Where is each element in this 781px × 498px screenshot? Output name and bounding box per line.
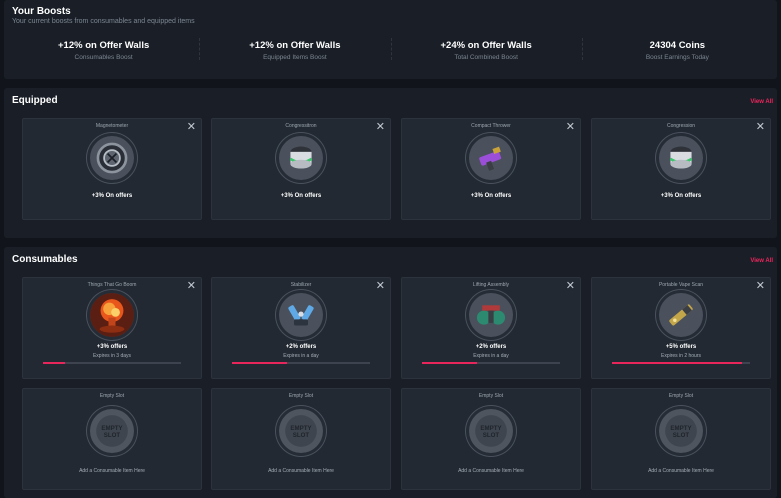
equipped-panel: Equipped View All Magnetometer ✕ +3% On … — [4, 88, 777, 238]
magnetometer-icon — [87, 133, 137, 183]
stat-label: Equipped Items Boost — [263, 54, 327, 61]
vape-scan-icon — [656, 290, 706, 340]
progress-fill — [612, 362, 742, 364]
consumables-panel: Consumables View All Things That Go Boom… — [4, 247, 777, 498]
empty-slot-badge-icon: EMPTY SLOT — [656, 406, 706, 456]
stat-value: +12% on Offer Walls — [249, 40, 341, 51]
unequip-close-icon[interactable]: ✕ — [756, 122, 765, 133]
expiry-progress-bar — [612, 362, 750, 364]
stat-label: Consumables Boost — [74, 54, 133, 61]
stat-total-combined-boost: +24% on Offer Walls Total Combined Boost — [390, 34, 582, 66]
item-effect: +3% On offers — [91, 193, 133, 199]
expiry-text: Expires in 2 hours — [660, 353, 702, 359]
empty-slot-hint: Add a Consumable Item Here — [458, 468, 524, 474]
empty-slot-hint: Add a Consumable Item Here — [79, 468, 145, 474]
unequip-close-icon[interactable]: ✕ — [566, 122, 575, 133]
item-name: Stabilizer — [290, 282, 312, 288]
remove-close-icon[interactable]: ✕ — [376, 281, 385, 292]
unequip-close-icon[interactable]: ✕ — [376, 122, 385, 133]
lifting-assembly-icon — [466, 290, 516, 340]
stat-label: Boost Earnings Today — [645, 54, 709, 61]
stabilizer-icon — [276, 290, 326, 340]
stat-label: Total Combined Boost — [454, 54, 518, 61]
boost-stats-row: +12% on Offer Walls Consumables Boost +1… — [8, 34, 773, 66]
progress-fill — [43, 362, 66, 364]
remove-close-icon[interactable]: ✕ — [566, 281, 575, 292]
empty-slot-hint: Add a Consumable Item Here — [648, 468, 714, 474]
empty-slot-badge-icon: EMPTY SLOT — [276, 406, 326, 456]
consumables-title: Consumables — [12, 254, 78, 265]
expiry-text: Expires in a day — [283, 353, 319, 359]
item-effect: +5% offers — [665, 344, 697, 350]
stat-value: 24304 Coins — [649, 40, 706, 51]
equipped-card-congression[interactable]: Congression ✕ +3% On offers — [591, 118, 771, 220]
equipped-title: Equipped — [12, 95, 58, 106]
expiry-progress-bar — [43, 362, 181, 364]
slot-name: Empty Slot — [288, 393, 314, 399]
item-effect: +3% offers — [96, 344, 128, 350]
badge-line2: SLOT — [673, 432, 690, 439]
stat-equipped-items-boost: +12% on Offer Walls Equipped Items Boost — [199, 34, 390, 66]
item-name: Compact Thrower — [471, 123, 511, 129]
expiry-progress-bar — [422, 362, 560, 364]
item-effect: +3% On offers — [660, 193, 702, 199]
empty-slot-card[interactable]: Empty Slot EMPTY SLOT Add a Consumable I… — [211, 388, 391, 490]
slot-name: Empty Slot — [478, 393, 504, 399]
item-name: Congressitron — [285, 123, 317, 129]
boosts-summary-panel: Your Boosts Your current boosts from con… — [4, 0, 777, 79]
expiry-text: Expires in 3 days — [92, 353, 132, 359]
slot-name: Empty Slot — [668, 393, 694, 399]
unequip-close-icon[interactable]: ✕ — [187, 122, 196, 133]
equipped-card-compact-thrower[interactable]: Compact Thrower ✕ +3% On offers — [401, 118, 581, 220]
item-effect: +3% On offers — [280, 193, 322, 199]
badge-line2: SLOT — [104, 432, 121, 439]
badge-line1: EMPTY — [480, 425, 501, 432]
empty-slot-card[interactable]: Empty Slot EMPTY SLOT Add a Consumable I… — [401, 388, 581, 490]
stat-value: +12% on Offer Walls — [58, 40, 150, 51]
item-name: Portable Vape Scan — [658, 282, 704, 288]
consumable-card-things-that-go-boom[interactable]: Things That Go Boom ✕ +3% offers Expires… — [22, 277, 202, 379]
item-effect: +3% On offers — [470, 193, 512, 199]
remove-close-icon[interactable]: ✕ — [756, 281, 765, 292]
stat-value: +24% on Offer Walls — [440, 40, 532, 51]
progress-fill — [232, 362, 288, 364]
compact-thrower-icon — [466, 133, 516, 183]
badge-line1: EMPTY — [670, 425, 691, 432]
consumables-view-all-link[interactable]: View All — [750, 258, 773, 264]
item-effect: +2% offers — [475, 344, 507, 350]
expiry-progress-bar — [232, 362, 370, 364]
stat-boost-earnings-today: 24304 Coins Boost Earnings Today — [581, 34, 773, 66]
empty-slot-card[interactable]: Empty Slot EMPTY SLOT Add a Consumable I… — [591, 388, 771, 490]
congression-icon — [656, 133, 706, 183]
empty-slot-card[interactable]: Empty Slot EMPTY SLOT Add a Consumable I… — [22, 388, 202, 490]
equipped-view-all-link[interactable]: View All — [750, 99, 773, 105]
badge-line2: SLOT — [483, 432, 500, 439]
equipped-card-magnetometer[interactable]: Magnetometer ✕ +3% On offers — [22, 118, 202, 220]
empty-slot-badge-icon: EMPTY SLOT — [466, 406, 516, 456]
boosts-title: Your Boosts — [12, 6, 71, 17]
badge-line1: EMPTY — [290, 425, 311, 432]
empty-slot-badge-icon: EMPTY SLOT — [87, 406, 137, 456]
equipped-card-congressitron[interactable]: Congressitron ✕ +3% On offers — [211, 118, 391, 220]
badge-line1: EMPTY — [101, 425, 122, 432]
item-name: Things That Go Boom — [87, 282, 137, 288]
slot-name: Empty Slot — [99, 393, 125, 399]
remove-close-icon[interactable]: ✕ — [187, 281, 196, 292]
consumable-card-portable-vape-scan[interactable]: Portable Vape Scan ✕ +5% offers Expires … — [591, 277, 771, 379]
empty-slot-hint: Add a Consumable Item Here — [268, 468, 334, 474]
explosion-icon — [87, 290, 137, 340]
boosts-subtitle: Your current boosts from consumables and… — [12, 18, 195, 25]
consumable-card-lifting-assembly[interactable]: Lifting Assembly ✕ +2% offers Expires in… — [401, 277, 581, 379]
item-effect: +2% offers — [285, 344, 317, 350]
item-name: Magnetometer — [95, 123, 129, 129]
item-name: Lifting Assembly — [472, 282, 510, 288]
expiry-text: Expires in a day — [473, 353, 509, 359]
progress-fill — [422, 362, 478, 364]
item-name: Congression — [666, 123, 696, 129]
consumable-card-stabilizer[interactable]: Stabilizer ✕ +2% offers Expires in a day — [211, 277, 391, 379]
badge-line2: SLOT — [293, 432, 310, 439]
congressitron-icon — [276, 133, 326, 183]
stat-consumables-boost: +12% on Offer Walls Consumables Boost — [8, 34, 199, 66]
